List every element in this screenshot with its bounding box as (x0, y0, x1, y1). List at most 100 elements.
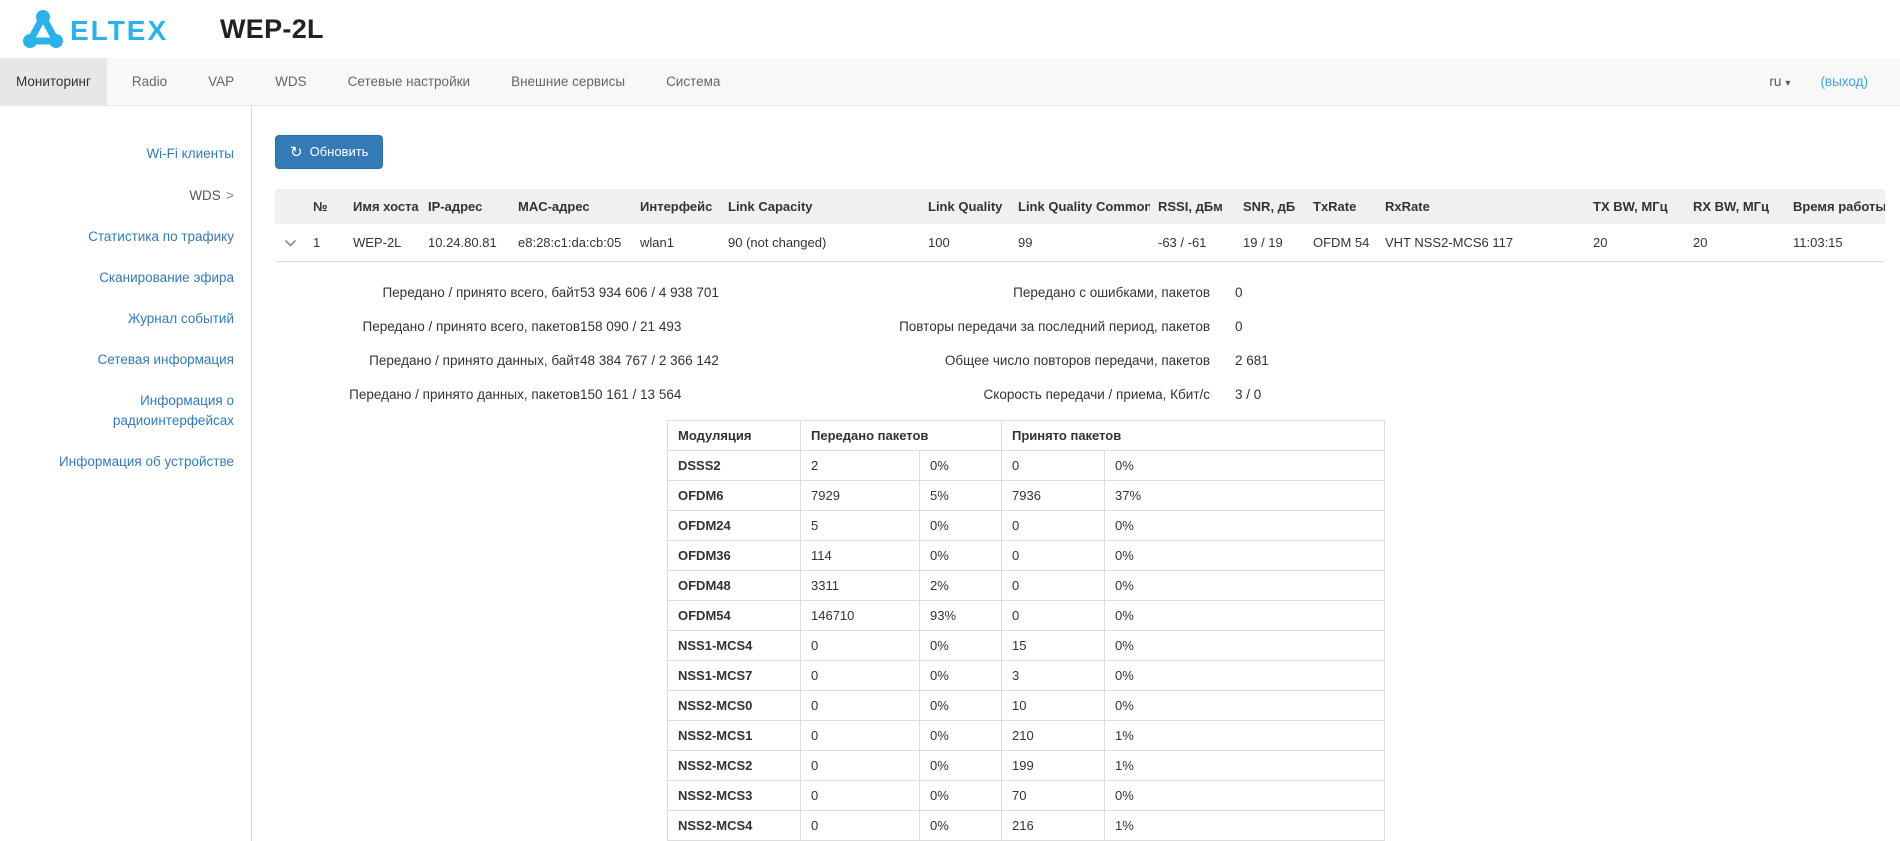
language-label: ru (1769, 74, 1781, 89)
modulation-row: NSS2-MCS400%2161% (668, 811, 1385, 841)
modulation-header-row: Модуляция Передано пакетов Принято пакет… (668, 421, 1385, 451)
sidebar-item-network-info[interactable]: Сетевая информация (55, 350, 234, 370)
modulation-name: OFDM24 (668, 511, 801, 541)
nav-tab-external-services[interactable]: Внешние сервисы (495, 58, 641, 105)
modulation-col-header: Модуляция (668, 421, 801, 451)
modulation-tx-percent: 0% (920, 451, 1002, 481)
modulation-rx-percent: 1% (1105, 751, 1385, 781)
wds-table-header-row: №Имя хостаIP-адресMAC-адресИнтерфейсLink… (275, 189, 1885, 224)
modulation-tx-percent: 0% (920, 631, 1002, 661)
link-statistics: Передано / принято всего, байт53 934 606… (275, 276, 1900, 412)
modulation-row: OFDM5414671093%00% (668, 601, 1385, 631)
stat-label-right: Передано с ошибками, пакетов (890, 276, 1210, 310)
modulation-name: NSS2-MCS0 (668, 691, 801, 721)
modulation-rx-count: 0 (1002, 511, 1105, 541)
modulation-rx-count: 0 (1002, 541, 1105, 571)
modulation-rx-count: 0 (1002, 571, 1105, 601)
modulation-rx-percent: 1% (1105, 811, 1385, 841)
modulation-rx-count: 10 (1002, 691, 1105, 721)
wds-cell-uptime: 11:03:15 (1785, 224, 1885, 262)
wds-col-header-2: IP-адрес (420, 189, 510, 224)
wds-cell-rssi: -63 / -61 (1150, 224, 1235, 262)
wds-cell-iface: wlan1 (632, 224, 720, 262)
modulation-name: DSSS2 (668, 451, 801, 481)
stat-value-left: 53 934 606 / 4 938 701 (580, 276, 890, 310)
nav-tab-monitoring[interactable]: Мониторинг (0, 58, 107, 105)
modulation-row: NSS1-MCS700%30% (668, 661, 1385, 691)
wds-links-table: №Имя хостаIP-адресMAC-адресИнтерфейсLink… (275, 189, 1885, 262)
modulation-tx-percent: 0% (920, 511, 1002, 541)
wds-col-header-12: TX BW, МГц (1585, 189, 1685, 224)
wds-cell-snr: 19 / 19 (1235, 224, 1305, 262)
modulation-row: OFDM361140%00% (668, 541, 1385, 571)
stat-value-left: 150 161 / 13 564 (580, 378, 890, 412)
modulation-row: OFDM2450%00% (668, 511, 1385, 541)
modulation-tx-count: 7929 (801, 481, 920, 511)
wds-cell-rx_rate: VHT NSS2-MCS6 117 (1377, 224, 1585, 262)
modulation-tx-count: 0 (801, 631, 920, 661)
row-expander[interactable] (275, 224, 305, 262)
modulation-rx-percent: 0% (1105, 511, 1385, 541)
modulation-name: NSS2-MCS3 (668, 781, 801, 811)
stat-label-right: Общее число повторов передачи, пакетов (890, 344, 1210, 378)
wds-cell-link_capacity: 90 (not changed) (720, 224, 920, 262)
stat-value-right: 0 (1210, 310, 1900, 344)
nav-tab-wds[interactable]: WDS (259, 58, 323, 105)
sidebar-item-wds[interactable]: WDS> (55, 185, 234, 206)
wds-cell-num: 1 (305, 224, 345, 262)
modulation-rx-percent: 0% (1105, 601, 1385, 631)
refresh-button-label: Обновить (310, 143, 369, 161)
modulation-tx-percent: 0% (920, 541, 1002, 571)
modulation-row: NSS1-MCS400%150% (668, 631, 1385, 661)
modulation-tx-count: 0 (801, 721, 920, 751)
stat-label-left: Передано / принято всего, байт (275, 276, 580, 310)
wds-cell-ip: 10.24.80.81 (420, 224, 510, 262)
sidebar-menu: Wi-Fi клиенты WDS> Статистика по трафику Ск… (55, 144, 234, 472)
stat-label-right: Скорость передачи / приема, Кбит/с (890, 378, 1210, 412)
nav-tab-network-settings[interactable]: Сетевые настройки (332, 58, 486, 105)
wds-table-body: 1WEP-2L10.24.80.81e8:28:c1:da:cb:05wlan1… (275, 224, 1885, 262)
modulation-rx-count: 3 (1002, 661, 1105, 691)
wds-col-header-1: Имя хоста (345, 189, 420, 224)
refresh-button[interactable]: ↻ Обновить (275, 135, 383, 169)
modulation-rx-count: 15 (1002, 631, 1105, 661)
modulation-name: NSS1-MCS7 (668, 661, 801, 691)
wds-cell-link_quality: 100 (920, 224, 1010, 262)
modulation-table-body: DSSS220%00%OFDM679295%793637%OFDM2450%00… (668, 451, 1385, 841)
sidebar-item-wifi-clients[interactable]: Wi-Fi клиенты (55, 144, 234, 164)
logout-link[interactable]: (выход) (1820, 74, 1868, 89)
svg-text:ELTEX: ELTEX (70, 15, 168, 46)
modulation-name: OFDM48 (668, 571, 801, 601)
modulation-tx-percent: 0% (920, 781, 1002, 811)
sidebar-item-air-scan[interactable]: Сканирование эфира (55, 268, 234, 288)
modulation-rx-percent: 1% (1105, 721, 1385, 751)
nav-tab-system[interactable]: Система (650, 58, 736, 105)
modulation-name: NSS2-MCS2 (668, 751, 801, 781)
modulation-name: NSS2-MCS1 (668, 721, 801, 751)
wds-col-header-4: Интерфейс (632, 189, 720, 224)
stat-label-left: Передано / принято данных, байт (275, 344, 580, 378)
modulation-rx-percent: 0% (1105, 691, 1385, 721)
modulation-name: NSS2-MCS4 (668, 811, 801, 841)
modulation-tx-count: 114 (801, 541, 920, 571)
wds-cell-rx_bw: 20 (1685, 224, 1785, 262)
sidebar-item-device-info[interactable]: Информация об устройстве (55, 452, 234, 472)
modulation-name: NSS1-MCS4 (668, 631, 801, 661)
modulation-table: Модуляция Передано пакетов Принято пакет… (667, 420, 1385, 841)
wds-col-header-14: Время работы (1785, 189, 1885, 224)
modulation-row: NSS2-MCS200%1991% (668, 751, 1385, 781)
modulation-tx-count: 5 (801, 511, 920, 541)
stat-value-left: 48 384 767 / 2 366 142 (580, 344, 890, 378)
main-navbar: МониторингRadioVAPWDSСетевые настройкиВн… (0, 58, 1900, 106)
language-selector[interactable]: ru▾ (1769, 74, 1790, 89)
nav-tab-vap[interactable]: VAP (192, 58, 250, 105)
main-content: ↻ Обновить №Имя хостаIP-адресMAC-адресИн… (252, 106, 1900, 841)
sidebar-item-event-log[interactable]: Журнал событий (55, 309, 234, 329)
sidebar-item-traffic-stats[interactable]: Статистика по трафику (55, 227, 234, 247)
nav-tab-radio[interactable]: Radio (116, 58, 183, 105)
modulation-tx-count: 0 (801, 691, 920, 721)
modulation-rx-count: 216 (1002, 811, 1105, 841)
stat-label-left: Передано / принято данных, пакетов (275, 378, 580, 412)
sidebar-item-radio-interfaces-info[interactable]: Информация о радиоинтерфейсах (55, 391, 234, 431)
tx-packets-col-header: Передано пакетов (801, 421, 1002, 451)
